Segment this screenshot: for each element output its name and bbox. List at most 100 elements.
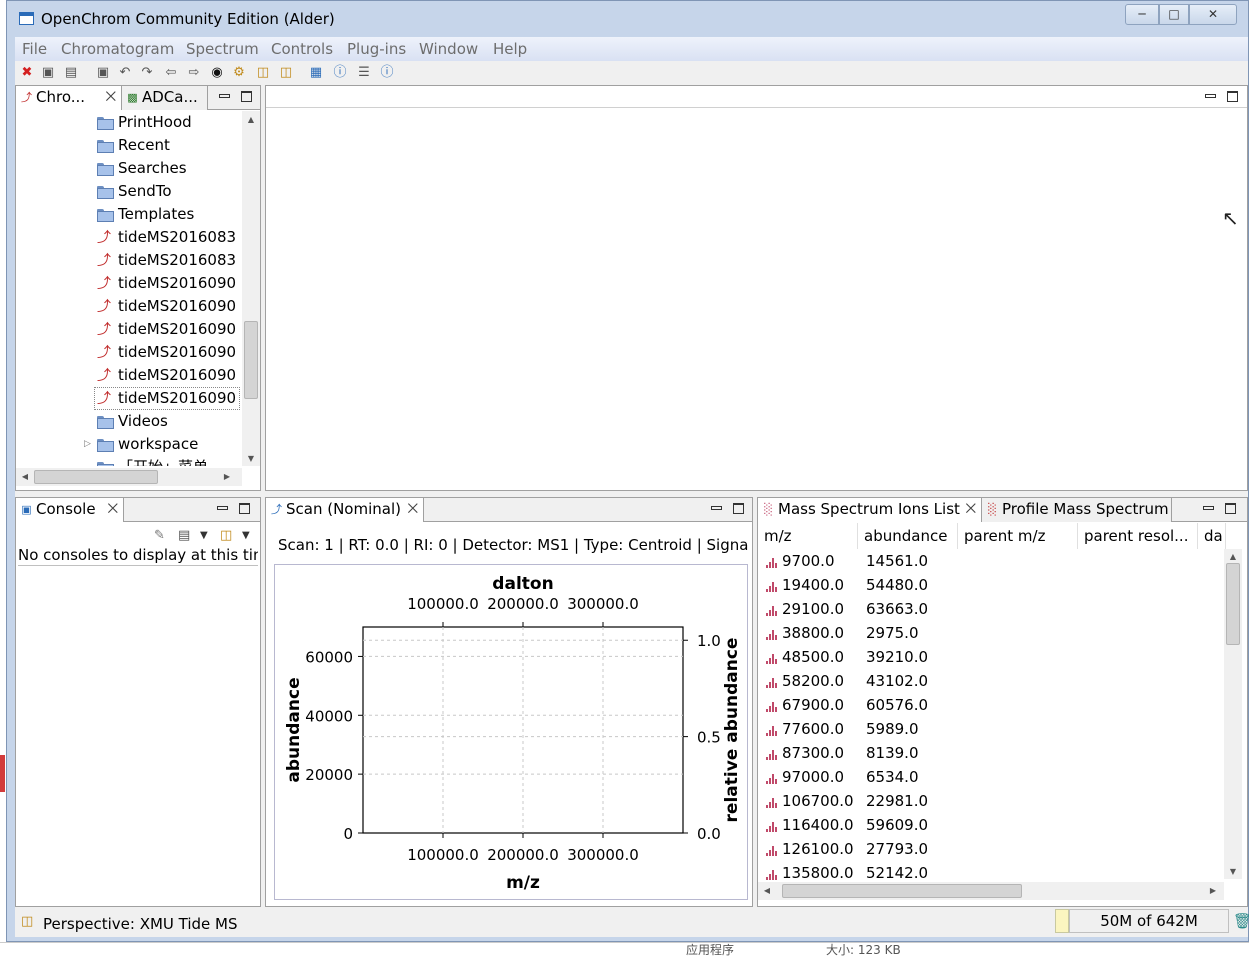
column-parent-resolution[interactable]: parent resol...	[1078, 523, 1198, 549]
pin-console-icon[interactable]: ✎	[154, 528, 165, 543]
back-icon[interactable]: ⇦	[163, 65, 179, 81]
minimize-panel-icon[interactable]	[1202, 501, 1214, 513]
chevron-down-icon[interactable]: ▼	[242, 530, 250, 541]
trash-icon[interactable]: 🗑	[1233, 912, 1249, 930]
tree-vertical-scrollbar[interactable]: ▲ ▼	[242, 111, 260, 466]
table-row[interactable]: 116400.0 59609.0	[758, 814, 1224, 838]
save-all-icon[interactable]: ▤	[63, 65, 79, 81]
tree-item[interactable]: ⤴ tideMS2016090	[16, 318, 240, 341]
tree-item[interactable]: ⤴ tideMS2016083	[16, 226, 240, 249]
tab-mass-spectrum-ions-list[interactable]: ░ Mass Spectrum Ions List ⨉	[758, 498, 982, 522]
tree-item[interactable]: ⤴ tideMS2016090	[16, 272, 240, 295]
close-icon[interactable]: ⨉	[408, 498, 418, 521]
tree-item[interactable]: Searches	[16, 157, 240, 180]
tab-adcard-explorer[interactable]: ▩ ADCa...	[122, 86, 208, 110]
scroll-thumb[interactable]	[244, 321, 258, 399]
column-parent-mz[interactable]: parent m/z	[958, 523, 1078, 549]
convert-icon[interactable]: ⚙	[231, 65, 247, 81]
redo-icon[interactable]: ↷	[139, 65, 155, 81]
maximize-panel-icon[interactable]	[238, 501, 250, 514]
tree-item[interactable]: Recent	[16, 134, 240, 157]
list-icon[interactable]: ☰	[356, 65, 372, 81]
table-row[interactable]: 135800.0 52142.0	[758, 862, 1224, 880]
menu-file[interactable]: File	[22, 40, 47, 58]
spectrum-chart[interactable]: 100000.0 100000.0 200000.0 200000.0 300000.0…	[274, 564, 748, 900]
display-console-icon[interactable]: ▤	[178, 528, 190, 543]
table-row[interactable]: 77600.0 5989.0	[758, 718, 1224, 742]
table-row[interactable]: 67900.0 60576.0	[758, 694, 1224, 718]
maximize-button[interactable]: □	[1159, 4, 1189, 25]
close-icon[interactable]: ⨉	[108, 498, 118, 521]
minimize-panel-icon[interactable]	[218, 89, 230, 101]
save-icon[interactable]: ▣	[40, 65, 56, 81]
table-row[interactable]: 19400.0 54480.0	[758, 574, 1224, 598]
tab-chromatogram-explorer[interactable]: ⤴ Chro... ⨉	[16, 86, 122, 110]
heap-status[interactable]: 50M of 642M	[1069, 909, 1229, 933]
export-icon[interactable]: ◫	[255, 65, 271, 81]
minimize-button[interactable]: ─	[1125, 4, 1159, 25]
camera-icon[interactable]: ◉	[209, 65, 225, 81]
scroll-up-icon[interactable]: ▲	[1227, 552, 1239, 561]
scroll-right-icon[interactable]: ▶	[222, 472, 232, 481]
minimize-panel-icon[interactable]	[1204, 89, 1216, 101]
tree-horizontal-scrollbar[interactable]: ◀ ▶	[16, 468, 242, 486]
save-as-icon[interactable]: ▣	[95, 65, 111, 81]
open-console-icon[interactable]: ◫	[220, 528, 232, 543]
report-icon[interactable]: ▦	[308, 65, 324, 81]
scroll-up-icon[interactable]: ▲	[245, 115, 257, 124]
scroll-right-icon[interactable]: ▶	[1208, 886, 1218, 895]
forward-icon[interactable]: ⇨	[186, 65, 202, 81]
tab-profile-mass-spectrum[interactable]: ░ Profile Mass Spectrum	[982, 498, 1172, 522]
new-icon[interactable]: ◫	[278, 65, 294, 81]
minimize-panel-icon[interactable]	[710, 501, 722, 513]
ions-horizontal-scrollbar[interactable]: ◀ ▶	[758, 882, 1224, 900]
tree-item[interactable]: PrintHood	[16, 111, 240, 134]
menu-chromatogram[interactable]: Chromatogram	[61, 40, 174, 58]
scroll-down-icon[interactable]: ▼	[1227, 867, 1239, 876]
column-da[interactable]: da	[1198, 523, 1226, 549]
tab-console[interactable]: ▣ Console ⨉	[16, 498, 124, 522]
table-row[interactable]: 87300.0 8139.0	[758, 742, 1224, 766]
table-row[interactable]: 126100.0 27793.0	[758, 838, 1224, 862]
expand-arrow-icon[interactable]: ▷	[84, 433, 91, 456]
tree-item[interactable]: 「开始」菜单	[16, 456, 240, 466]
scroll-left-icon[interactable]: ◀	[20, 472, 30, 481]
table-row[interactable]: 48500.0 39210.0	[758, 646, 1224, 670]
menu-controls[interactable]: Controls	[271, 40, 333, 58]
tree-item[interactable]: SendTo	[16, 180, 240, 203]
minimize-panel-icon[interactable]	[216, 501, 228, 513]
info-icon[interactable]: ⓘ	[332, 65, 348, 81]
tree-item[interactable]: ⤴ tideMS2016090	[16, 341, 240, 364]
table-row[interactable]: 29100.0 63663.0	[758, 598, 1224, 622]
scroll-down-icon[interactable]: ▼	[245, 454, 257, 463]
tree-item[interactable]: ⤴ tideMS2016090	[16, 364, 240, 387]
column-mz[interactable]: m/z	[758, 523, 858, 549]
maximize-panel-icon[interactable]	[1226, 89, 1238, 102]
scroll-thumb[interactable]	[1226, 563, 1240, 645]
close-icon[interactable]: ⨉	[106, 86, 116, 109]
menu-spectrum[interactable]: Spectrum	[186, 40, 259, 58]
tab-scan-nominal[interactable]: ⤴ Scan (Nominal) ⨉	[266, 498, 424, 522]
close-icon[interactable]: ✖	[19, 65, 35, 81]
help-icon[interactable]: ⓘ	[379, 65, 395, 81]
maximize-panel-icon[interactable]	[732, 501, 744, 514]
close-window-button[interactable]: ✕	[1189, 4, 1237, 25]
tree-item[interactable]: ⤴ tideMS2016090	[94, 387, 240, 410]
undo-icon[interactable]: ↶	[117, 65, 133, 81]
tree-item[interactable]: ⤴ tideMS2016090	[16, 295, 240, 318]
menu-plugins[interactable]: Plug-ins	[347, 40, 406, 58]
table-row[interactable]: 106700.0 22981.0	[758, 790, 1224, 814]
tree-item[interactable]: Videos	[16, 410, 240, 433]
tree-item[interactable]: Templates	[16, 203, 240, 226]
scroll-left-icon[interactable]: ◀	[762, 886, 772, 895]
column-abundance[interactable]: abundance	[858, 523, 958, 549]
maximize-panel-icon[interactable]	[1224, 501, 1236, 514]
ions-vertical-scrollbar[interactable]: ▲ ▼	[1224, 549, 1242, 879]
chevron-down-icon[interactable]: ▼	[200, 530, 208, 541]
table-row[interactable]: 58200.0 43102.0	[758, 670, 1224, 694]
menu-window[interactable]: Window	[419, 40, 478, 58]
table-row[interactable]: 97000.0 6534.0	[758, 766, 1224, 790]
maximize-panel-icon[interactable]	[240, 89, 252, 102]
close-icon[interactable]: ⨉	[966, 498, 976, 521]
scroll-thumb[interactable]	[782, 884, 1022, 898]
